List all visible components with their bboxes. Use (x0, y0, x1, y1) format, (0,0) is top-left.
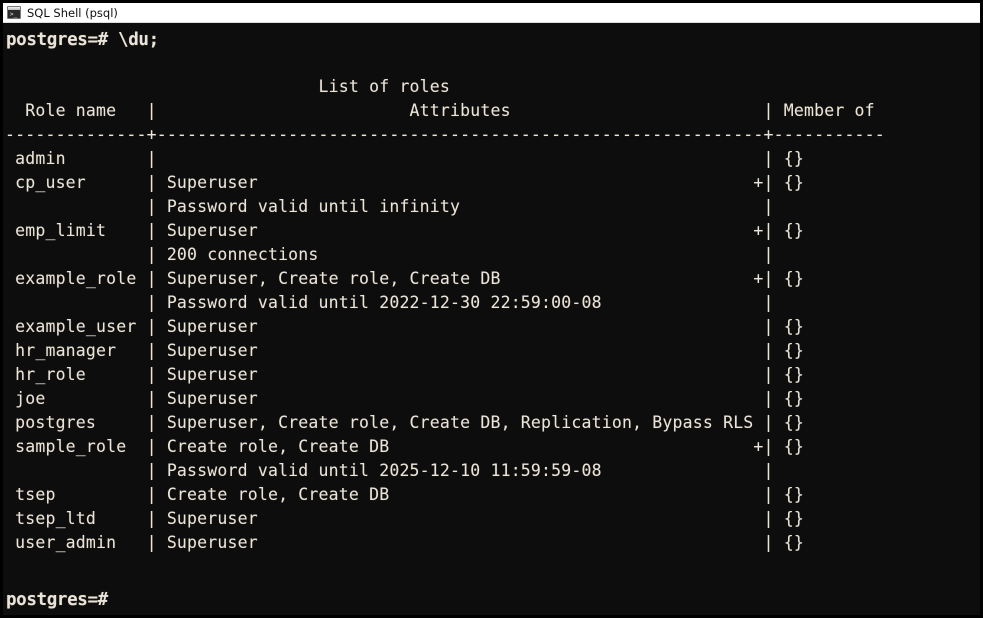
window-titlebar[interactable]: >_ SQL Shell (psql) (3, 3, 980, 23)
trailing-prompt[interactable]: postgres=# (6, 588, 108, 612)
roles-table: List of roles Role name | Attributes | M… (5, 75, 885, 555)
console-icon-bar (8, 7, 20, 10)
console-icon-caret: >_ (10, 12, 17, 18)
console-icon: >_ (7, 6, 21, 19)
sql-shell-window: >_ SQL Shell (psql) postgres=# \du; List… (0, 0, 983, 618)
window-title: SQL Shell (psql) (27, 6, 118, 20)
command-prompt-line: postgres=# \du; (6, 28, 159, 52)
terminal-console[interactable]: postgres=# \du; List of roles Role name … (3, 23, 980, 615)
